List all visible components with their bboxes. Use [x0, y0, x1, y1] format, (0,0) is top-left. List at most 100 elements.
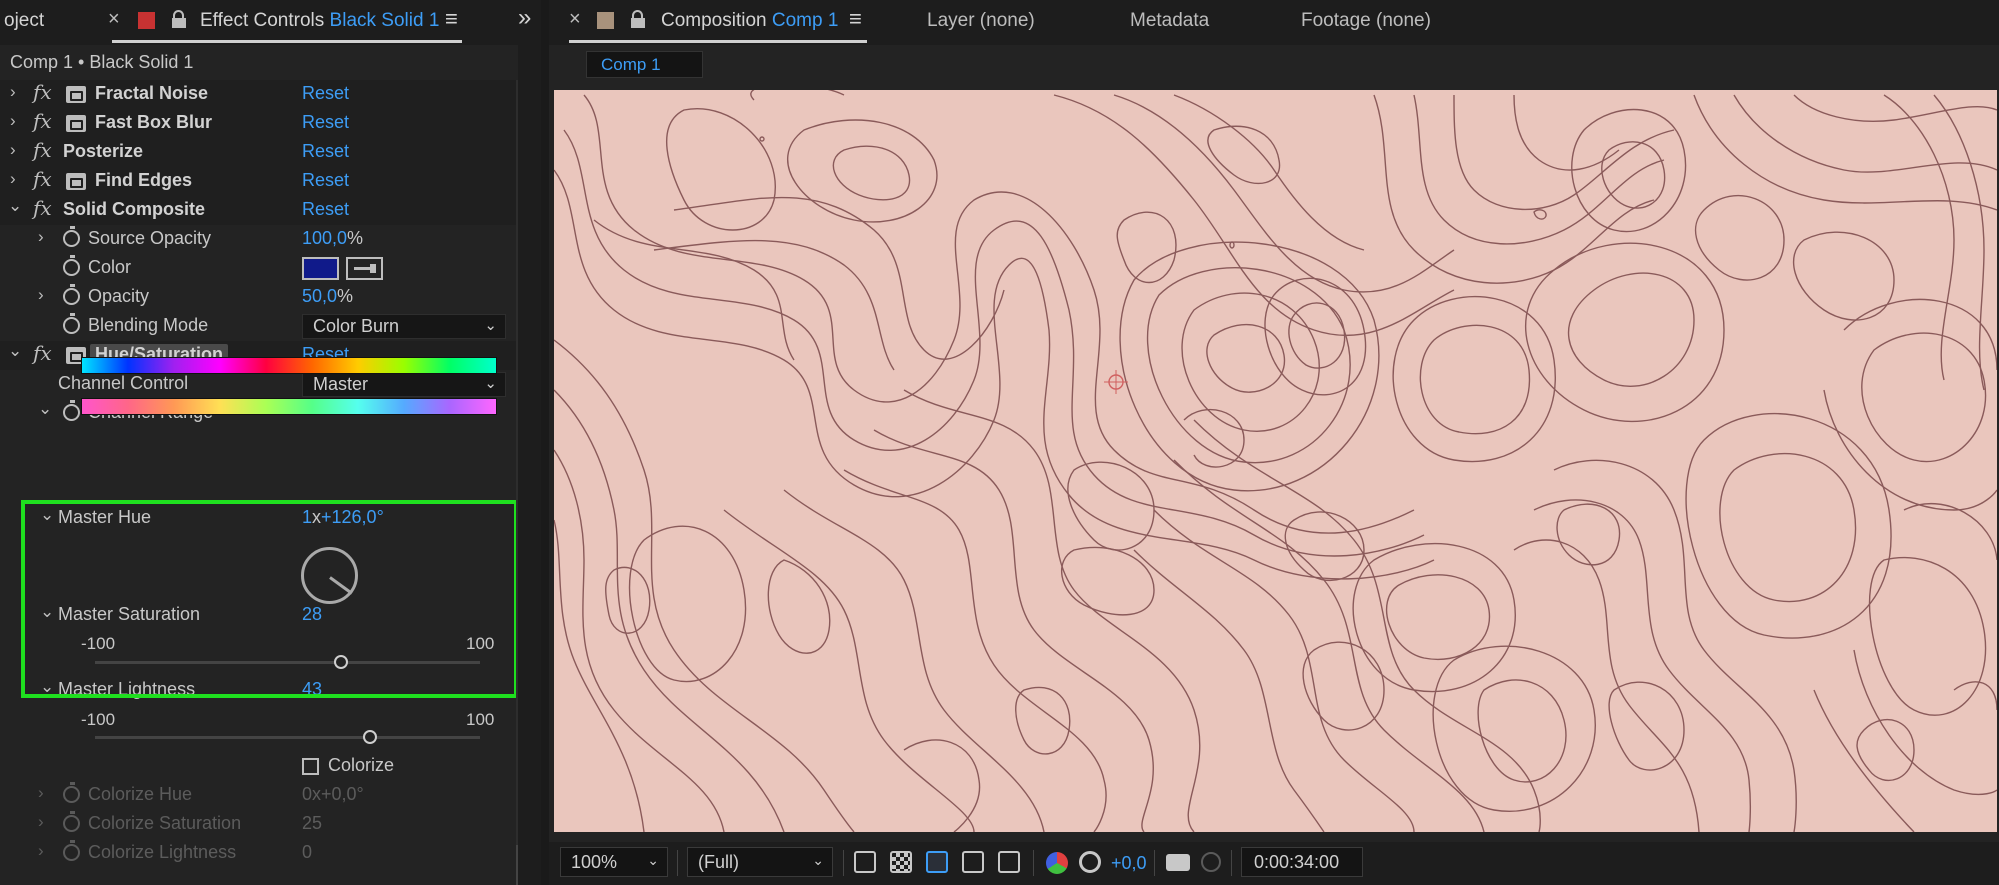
- fx-icon[interactable]: fx: [33, 80, 52, 104]
- effect-name: Fast Box Blur: [95, 112, 213, 132]
- fast-previews-icon[interactable]: [854, 851, 876, 873]
- fx-icon[interactable]: fx: [33, 341, 52, 365]
- composition-tab-comp: Comp 1: [771, 10, 839, 31]
- stopwatch-icon: [63, 811, 80, 832]
- channel-control-dropdown[interactable]: Master ⌄: [302, 372, 506, 397]
- zoom-value: 100%: [571, 852, 618, 872]
- chevron-down-icon[interactable]: ⌄: [38, 399, 52, 419]
- property-channel-control[interactable]: Channel Control Master ⌄: [0, 370, 516, 399]
- chevron-down-icon: ⌄: [812, 852, 824, 868]
- gpu-accelerated-icon: [66, 115, 86, 132]
- color-swatch[interactable]: [302, 257, 339, 280]
- property-label: Colorize Saturation: [88, 813, 242, 833]
- fx-icon[interactable]: fx: [33, 167, 52, 191]
- timecode-value: 0:00:34:00: [1254, 852, 1340, 872]
- reset-button[interactable]: Reset: [302, 112, 349, 133]
- chevron-right-icon[interactable]: ›: [10, 111, 16, 131]
- snapshot-camera-icon[interactable]: [1166, 854, 1190, 871]
- effect-row-fast-box-blur[interactable]: › fx Fast Box Blur Reset: [0, 109, 516, 138]
- left-panel-tabbar: oject × Effect Controls Black Solid 1 ≡ …: [0, 0, 531, 45]
- composition-tab-label: Composition: [661, 10, 767, 31]
- property-label: Color: [88, 257, 132, 277]
- metadata-tab[interactable]: Metadata: [1130, 10, 1209, 32]
- lock-icon[interactable]: [631, 10, 645, 28]
- stopwatch-icon[interactable]: [63, 284, 80, 305]
- resolution-dropdown[interactable]: (Full) ⌄: [687, 847, 833, 877]
- layer-tab[interactable]: Layer (none): [927, 10, 1035, 32]
- property-source-opacity[interactable]: › Source Opacity 100,0%: [0, 225, 516, 254]
- property-color[interactable]: Color: [0, 254, 516, 283]
- property-label: Opacity: [88, 286, 150, 306]
- label-color-swatch[interactable]: [138, 12, 155, 29]
- stopwatch-icon[interactable]: [63, 400, 80, 421]
- fx-icon[interactable]: fx: [33, 138, 52, 162]
- active-tab-underline: [112, 40, 462, 43]
- stopwatch-icon[interactable]: [63, 226, 80, 247]
- channels-icon[interactable]: [1046, 852, 1068, 874]
- effect-row-posterize[interactable]: › fx Posterize Reset: [0, 138, 516, 167]
- colorize-checkbox[interactable]: [302, 758, 319, 775]
- panel-splitter[interactable]: [541, 0, 549, 885]
- property-blending-mode[interactable]: Blending Mode Color Burn ⌄: [0, 312, 516, 341]
- label-color-swatch[interactable]: [597, 12, 614, 29]
- effect-row-solid-composite[interactable]: ⌄ fx Solid Composite Reset: [0, 196, 516, 225]
- separator: [677, 850, 678, 876]
- more-panels-icon[interactable]: »: [518, 4, 531, 32]
- chevron-right-icon[interactable]: ›: [10, 169, 16, 189]
- current-time-field[interactable]: 0:00:34:00: [1241, 847, 1363, 877]
- chevron-right-icon[interactable]: ›: [38, 227, 44, 247]
- reset-button[interactable]: Reset: [302, 141, 349, 162]
- effect-controls-panel: oject × Effect Controls Black Solid 1 ≡ …: [0, 0, 531, 885]
- scrollbar-thumb[interactable]: [516, 845, 518, 885]
- zoom-dropdown[interactable]: 100% ⌄: [560, 847, 668, 877]
- chevron-right-icon[interactable]: ›: [10, 140, 16, 160]
- opacity-value[interactable]: 50,0: [302, 286, 337, 306]
- property-colorize[interactable]: Colorize: [0, 752, 516, 781]
- fx-icon[interactable]: fx: [33, 196, 52, 220]
- property-value: 0: [302, 842, 313, 862]
- effect-controls-tab[interactable]: Effect Controls Black Solid 1: [200, 10, 439, 32]
- chevron-right-icon[interactable]: ›: [38, 285, 44, 305]
- project-tab[interactable]: oject: [4, 10, 44, 32]
- composition-tab[interactable]: Composition Comp 1: [661, 10, 838, 32]
- reset-button[interactable]: Reset: [302, 199, 349, 220]
- right-panel-tabbar: × Composition Comp 1 ≡ Layer (none) Meta…: [549, 0, 1999, 45]
- lock-icon[interactable]: [172, 10, 186, 28]
- composition-viewer[interactable]: [554, 90, 1997, 832]
- eyedropper-icon[interactable]: [346, 257, 383, 280]
- scrollbar-track[interactable]: [516, 80, 518, 885]
- chevron-down-icon: ⌄: [484, 317, 497, 334]
- show-snapshot-icon[interactable]: [1201, 852, 1221, 872]
- chevron-right-icon[interactable]: ›: [10, 82, 16, 102]
- close-icon[interactable]: ×: [108, 8, 120, 31]
- exposure-reset-icon[interactable]: [1079, 851, 1101, 873]
- stopwatch-icon[interactable]: [63, 255, 80, 276]
- stopwatch-icon[interactable]: [63, 313, 80, 334]
- reset-button[interactable]: Reset: [302, 170, 349, 191]
- close-icon[interactable]: ×: [569, 8, 581, 31]
- slider-max-label: 100: [466, 710, 495, 729]
- fx-icon[interactable]: fx: [33, 109, 52, 133]
- chevron-down-icon[interactable]: ⌄: [8, 341, 22, 361]
- panel-menu-icon[interactable]: ≡: [849, 6, 862, 32]
- grid-guides-icon[interactable]: [998, 851, 1020, 873]
- panel-menu-icon[interactable]: ≡: [445, 6, 458, 32]
- gpu-accelerated-icon: [66, 173, 86, 190]
- footage-tab[interactable]: Footage (none): [1301, 10, 1431, 32]
- effect-row-fractal-noise[interactable]: › fx Fractal Noise Reset: [0, 80, 516, 109]
- comp-breadcrumb-chip[interactable]: Comp 1: [586, 51, 703, 78]
- mask-visibility-icon[interactable]: [926, 851, 948, 873]
- blending-mode-dropdown[interactable]: Color Burn ⌄: [302, 314, 506, 339]
- property-value[interactable]: 100,0%: [302, 228, 363, 249]
- property-value[interactable]: 50,0%: [302, 286, 353, 307]
- exposure-value[interactable]: +0,0: [1111, 853, 1147, 874]
- transparency-grid-icon[interactable]: [890, 851, 912, 873]
- reset-button[interactable]: Reset: [302, 83, 349, 104]
- property-opacity[interactable]: › Opacity 50,0%: [0, 283, 516, 312]
- effect-row-find-edges[interactable]: › fx Find Edges Reset: [0, 167, 516, 196]
- source-opacity-value[interactable]: 100,0: [302, 228, 347, 248]
- contour-lines-render: [554, 90, 1997, 832]
- chevron-down-icon[interactable]: ⌄: [8, 196, 22, 216]
- lightness-slider-track[interactable]: [95, 736, 480, 739]
- region-of-interest-icon[interactable]: [962, 851, 984, 873]
